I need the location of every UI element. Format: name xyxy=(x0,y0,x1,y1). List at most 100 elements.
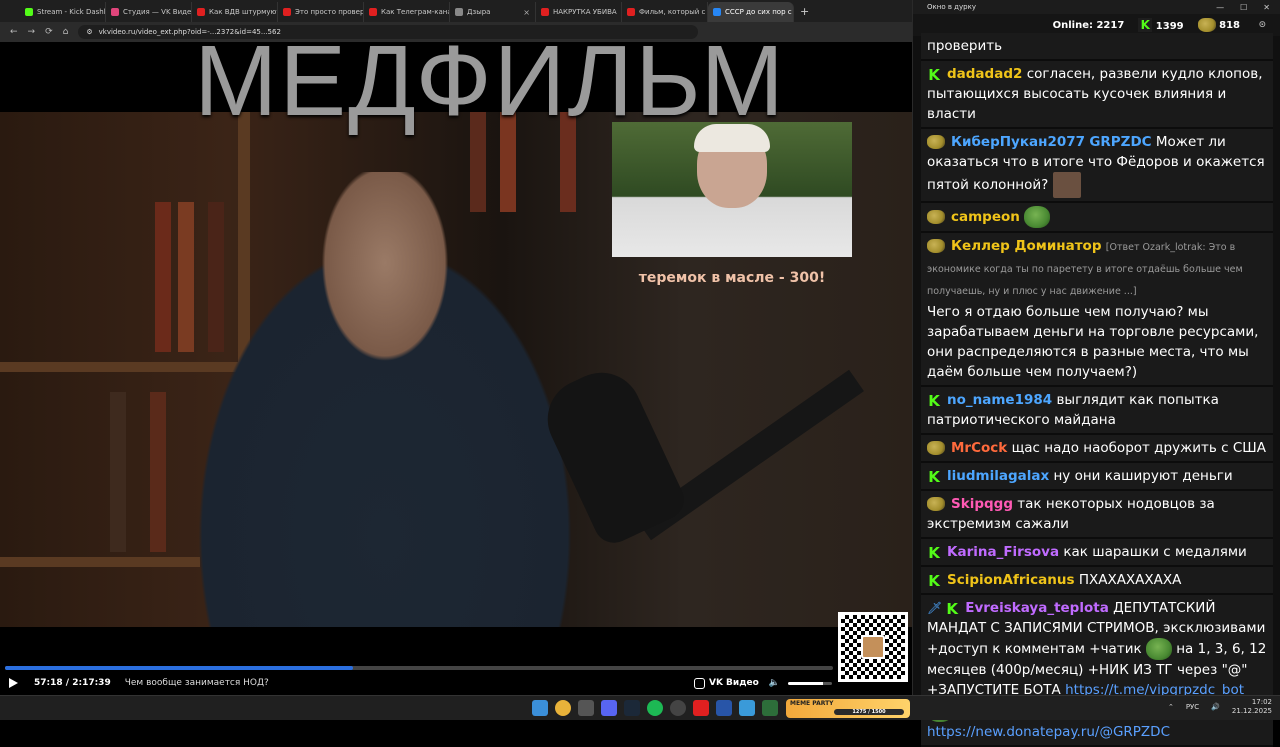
username[interactable]: ScipionAfricanus xyxy=(947,572,1075,588)
favicon-icon xyxy=(25,8,33,16)
new-tab-button[interactable]: + xyxy=(794,5,815,22)
progress-bar[interactable] xyxy=(5,666,833,670)
username[interactable]: Skipqgg xyxy=(951,496,1013,512)
browser-tab[interactable]: Студия — VK Видео× xyxy=(106,2,192,22)
chat-titlebar: Окно в дурку — ☐ ✕ xyxy=(913,0,1280,14)
url-field[interactable]: ⚙ vkvideo.ru/video_ext.php?oid=-...2372&… xyxy=(78,25,699,39)
browser-tab[interactable]: СССР до сих пор с× xyxy=(708,2,794,22)
volume-slider[interactable] xyxy=(788,681,832,685)
browser-tab[interactable]: НАКРУТКА УБИВА× xyxy=(536,2,622,22)
obs-icon[interactable] xyxy=(670,700,686,716)
close-tab-icon[interactable]: × xyxy=(523,8,530,17)
url-text: vkvideo.ru/video_ext.php?oid=-...2372&id… xyxy=(98,28,281,36)
vk-video-logo[interactable]: VK Видео xyxy=(693,677,759,689)
reload-icon[interactable]: ⟳ xyxy=(45,27,53,37)
donate-link[interactable]: https://new.donatepay.ru/@GRPZDC xyxy=(927,724,1170,740)
browser-tab[interactable]: Как ВДВ штурмуют× xyxy=(192,2,278,22)
favicon-icon xyxy=(283,8,291,16)
chat-message: Skipqgg так некоторых нодовцов за экстре… xyxy=(921,491,1273,539)
player-icon[interactable] xyxy=(716,700,732,716)
inset-hair xyxy=(694,124,770,152)
taskbar-icons xyxy=(532,700,778,716)
kick-badge-icon: K xyxy=(946,600,959,618)
message-text: щас надо наоборот дружить с США xyxy=(1011,440,1266,456)
username[interactable]: Келлер Доминатор xyxy=(951,238,1101,254)
start-icon[interactable] xyxy=(532,700,548,716)
message-text: Чего я отдаю больше чем получаю? мы зара… xyxy=(927,304,1259,380)
chat-message: K ScipionAfricanus ПХАХАХАХАХА xyxy=(921,567,1273,595)
chat-messages: проверить Kdadadad2 согласен, развели куд… xyxy=(921,33,1273,747)
vk-icon xyxy=(693,677,705,689)
spotify-icon[interactable] xyxy=(647,700,663,716)
pepe-badge-icon xyxy=(927,210,945,224)
browser-tab[interactable]: Stream - Kick Dashb× xyxy=(20,2,106,22)
tab-label: Stream - Kick Dashb xyxy=(37,8,106,16)
username[interactable]: liudmilagalax xyxy=(947,468,1049,484)
telegram-icon[interactable] xyxy=(739,700,755,716)
site-info-icon[interactable]: ⚙ xyxy=(86,28,92,36)
pepe-badge-icon xyxy=(927,239,945,253)
username[interactable]: КиберПукан2077 xyxy=(951,134,1085,150)
qr-logo xyxy=(861,635,885,659)
browser-tab[interactable]: Это просто провер× xyxy=(278,2,364,22)
chat-message: проверить xyxy=(921,33,1273,61)
kick-badge-icon: K xyxy=(928,392,940,410)
chrome-icon[interactable] xyxy=(555,700,571,716)
app-icon[interactable] xyxy=(762,700,778,716)
play-icon[interactable] xyxy=(9,678,18,688)
volume-tray-icon[interactable]: 🔊 xyxy=(1211,703,1220,711)
username[interactable]: no_name1984 xyxy=(947,392,1052,408)
system-tray: ⌃ РУС 🔊 17:02 21.12.2025 xyxy=(1168,698,1272,716)
sword-icon: 🗡 xyxy=(927,601,943,615)
pepe-emote xyxy=(1145,638,1172,660)
tray-chevron-icon[interactable]: ⌃ xyxy=(1168,703,1174,711)
language-indicator[interactable]: РУС xyxy=(1186,703,1199,711)
media-icon[interactable] xyxy=(693,700,709,716)
username[interactable]: campeon xyxy=(951,209,1020,225)
favicon-icon xyxy=(111,8,119,16)
favicon-icon xyxy=(197,8,205,16)
browser-tab[interactable]: Фильм, который с× xyxy=(622,2,708,22)
kick-badge-icon: K xyxy=(928,468,940,486)
volume-icon[interactable]: 🔈 xyxy=(769,678,780,688)
close-button[interactable]: ✕ xyxy=(1263,3,1270,12)
chat-window-title: Окно в дурку xyxy=(927,3,976,11)
username[interactable]: Karina_Firsova xyxy=(947,544,1059,560)
favicon-icon xyxy=(713,8,721,16)
maximize-button[interactable]: ☐ xyxy=(1240,3,1247,12)
forward-icon[interactable]: → xyxy=(28,27,36,37)
discord-icon[interactable] xyxy=(601,700,617,716)
chat-message: КиберПукан2077 GRPZDC Может ли оказаться… xyxy=(921,129,1273,203)
steam-icon[interactable] xyxy=(624,700,640,716)
video-player[interactable]: МЕДФИЛЬМ теремок в масле - 300! 57:18 / … xyxy=(0,42,912,695)
online-label: Online: xyxy=(1052,19,1093,31)
kick-count: 1399 xyxy=(1155,21,1184,32)
back-icon[interactable]: ← xyxy=(10,27,18,37)
message-text: как шарашки с медалями xyxy=(1063,544,1247,560)
home-icon[interactable]: ⌂ xyxy=(63,27,69,37)
explorer-icon[interactable] xyxy=(578,700,594,716)
tab-label: СССР до сих пор с xyxy=(725,8,792,16)
settings-icon[interactable]: ⊙ xyxy=(1258,20,1266,30)
pepe-badge-icon xyxy=(927,441,945,455)
meme-party-widget: MEME PARTY 1275 / 1500 xyxy=(786,699,910,718)
tab-label: Студия — VK Видео xyxy=(123,8,192,16)
username[interactable]: MrCock xyxy=(951,440,1007,456)
username[interactable]: dadadad2 xyxy=(947,66,1022,82)
username[interactable]: Evreiskaya_teplota xyxy=(965,600,1109,616)
other-count: 818 xyxy=(1219,20,1240,31)
browser-tab-strip: Stream - Kick Dashb×Студия — VK Видео×Ка… xyxy=(0,0,912,22)
tab-label: Дзырa xyxy=(467,8,491,16)
chat-message: K Karina_Firsova как шарашки с медалями xyxy=(921,539,1273,567)
tab-label: Как Телеграм-кана xyxy=(381,8,450,16)
chat-message: Келлер Доминатор [Ответ Ozark_lotrak: Эт… xyxy=(921,233,1273,387)
browser-tab[interactable]: Дзырa × xyxy=(450,2,536,22)
minimize-button[interactable]: — xyxy=(1216,3,1224,12)
video-caption: теремок в масле - 300! xyxy=(638,270,826,286)
mention[interactable]: GRPZDC xyxy=(1089,134,1151,150)
chat-message: Kno_name1984 выглядит как попытка патрио… xyxy=(921,387,1273,435)
favicon-icon xyxy=(369,8,377,16)
time-display: 57:18 / 2:17:39 xyxy=(34,678,111,688)
clock[interactable]: 17:02 21.12.2025 xyxy=(1232,698,1272,716)
browser-tab[interactable]: Как Телеграм-кана× xyxy=(364,2,450,22)
